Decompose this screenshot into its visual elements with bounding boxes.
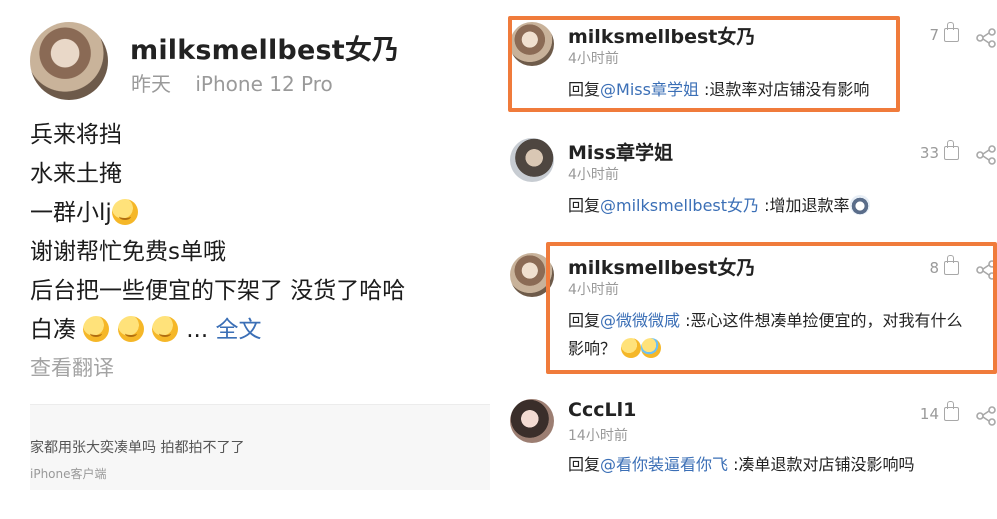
ellipsis: ... bbox=[186, 317, 209, 343]
crying-dog-emoji-icon bbox=[849, 195, 870, 215]
repost-source: iPhone客户端 bbox=[30, 467, 107, 481]
comment-body: 回复@看你装逼看你飞 :凑单退款对店铺没影响吗 bbox=[568, 451, 996, 479]
mention-link[interactable]: @milksmellbest女乃 bbox=[600, 196, 759, 215]
like-count: 14 bbox=[919, 405, 939, 423]
avatar[interactable] bbox=[30, 22, 108, 100]
reply-prefix: 回复 bbox=[568, 455, 601, 474]
like-button[interactable]: 8 bbox=[929, 255, 959, 277]
comment-text: :恶心这件想凑单捡便宜的，对我有什么 bbox=[680, 311, 963, 330]
post-line-text: 白凑 bbox=[30, 317, 76, 343]
post-line: 水来土掩 bbox=[30, 161, 122, 187]
post-panel: milksmellbest女乃 昨天 iPhone 12 Pro 兵来将挡 水来… bbox=[0, 0, 492, 519]
like-count: 33 bbox=[919, 144, 939, 162]
mention-link[interactable]: @Miss章学姐 bbox=[600, 80, 699, 99]
post-line: 兵来将挡 bbox=[30, 122, 122, 148]
like-count: 8 bbox=[929, 259, 939, 277]
comment-item: Miss章学姐 4小时前 回复@milksmellbest女乃 :增加退款率 3… bbox=[496, 120, 997, 235]
laughing-crying-emoji-icon bbox=[641, 338, 662, 358]
comment-username[interactable]: Miss章学姐 bbox=[568, 138, 673, 165]
comment-time: 4小时前 bbox=[568, 51, 619, 67]
thinking-emoji-icon bbox=[621, 338, 642, 358]
comment-text: :凑单退款对店铺没影响吗 bbox=[728, 455, 915, 474]
reply-prefix: 回复 bbox=[568, 80, 601, 99]
comment-username[interactable]: milksmellbest女乃 bbox=[568, 253, 755, 280]
reply-prefix: 回复 bbox=[568, 196, 601, 215]
comment-body: 回复@milksmellbest女乃 :增加退款率 bbox=[568, 192, 996, 220]
comment-item: milksmellbest女乃 4小时前 回复@Miss章学姐 :退款率对店铺没… bbox=[496, 0, 997, 120]
thumbs-up-icon bbox=[944, 255, 959, 275]
avatar[interactable] bbox=[510, 22, 554, 66]
post-date: 昨天 bbox=[131, 72, 171, 96]
reply-prefix: 回复 bbox=[568, 311, 601, 330]
comment-time: 4小时前 bbox=[568, 282, 619, 298]
share-icon[interactable] bbox=[975, 260, 997, 280]
avatar[interactable] bbox=[510, 399, 554, 443]
translate-link[interactable]: 查看翻译 bbox=[30, 352, 114, 382]
comments-panel: milksmellbest女乃 4小时前 回复@Miss章学姐 :退款率对店铺没… bbox=[496, 0, 997, 519]
like-count: 7 bbox=[929, 26, 939, 44]
comment-body: 回复@微微微咸 :恶心这件想凑单捡便宜的，对我有什么影响？ bbox=[568, 307, 996, 363]
comment-username[interactable]: milksmellbest女乃 bbox=[568, 22, 755, 49]
comment-text-line2: 影响？ bbox=[568, 339, 617, 358]
comment-username[interactable]: CccLl1 bbox=[568, 399, 636, 421]
comment-item: milksmellbest女乃 4小时前 回复@微微微咸 :恶心这件想凑单捡便宜… bbox=[496, 235, 997, 385]
thinking-emoji-icon bbox=[111, 199, 138, 225]
thumbs-up-icon bbox=[944, 140, 959, 160]
post-line-text: 一群小lj bbox=[30, 200, 112, 226]
like-button[interactable]: 33 bbox=[919, 140, 959, 162]
mention-link[interactable]: @微微微咸 bbox=[600, 311, 680, 330]
thinking-emoji-icon bbox=[83, 316, 110, 342]
repost-text: 家都用张大奕凑单吗 拍都拍不了了 bbox=[30, 440, 245, 456]
like-button[interactable]: 7 bbox=[929, 22, 959, 44]
post-device: iPhone 12 Pro bbox=[195, 72, 333, 96]
avatar[interactable] bbox=[510, 138, 554, 182]
comment-item: CccLl1 14小时前 回复@看你装逼看你飞 :凑单退款对店铺没影响吗 14 bbox=[496, 385, 997, 519]
like-button[interactable]: 14 bbox=[919, 401, 959, 423]
thumbs-up-icon bbox=[944, 22, 959, 42]
comment-text: :退款率对店铺没有影响 bbox=[698, 80, 870, 99]
share-icon[interactable] bbox=[975, 28, 997, 48]
thinking-emoji-icon bbox=[117, 316, 144, 342]
repost-card[interactable]: 家都用张大奕凑单吗 拍都拍不了了 iPhone客户端 bbox=[30, 404, 490, 490]
post-line: 后台把一些便宜的下架了 没货了哈哈 bbox=[30, 278, 406, 304]
comment-body: 回复@Miss章学姐 :退款率对店铺没有影响 bbox=[568, 76, 996, 104]
post-username[interactable]: milksmellbest女乃 bbox=[130, 28, 399, 67]
post-line: 谢谢帮忙免费s单哦 bbox=[30, 239, 226, 265]
thumbs-up-icon bbox=[944, 401, 959, 421]
thinking-emoji-icon bbox=[151, 316, 178, 342]
post-body: 兵来将挡 水来土掩 一群小lj 谢谢帮忙免费s单哦 后台把一些便宜的下架了 没货… bbox=[30, 116, 405, 350]
share-icon[interactable] bbox=[975, 145, 997, 165]
post-line: 白凑 ... 全文 bbox=[30, 311, 405, 350]
avatar[interactable] bbox=[510, 253, 554, 297]
post-meta: 昨天 iPhone 12 Pro bbox=[131, 68, 333, 97]
comment-time: 4小时前 bbox=[568, 167, 619, 183]
mention-link[interactable]: @看你装逼看你飞 bbox=[600, 455, 728, 474]
share-icon[interactable] bbox=[975, 406, 997, 426]
comment-text: :增加退款率 bbox=[759, 196, 850, 215]
comment-time: 14小时前 bbox=[568, 428, 628, 444]
post-line: 一群小lj bbox=[30, 194, 405, 233]
expand-full-text-link[interactable]: 全文 bbox=[216, 317, 262, 343]
